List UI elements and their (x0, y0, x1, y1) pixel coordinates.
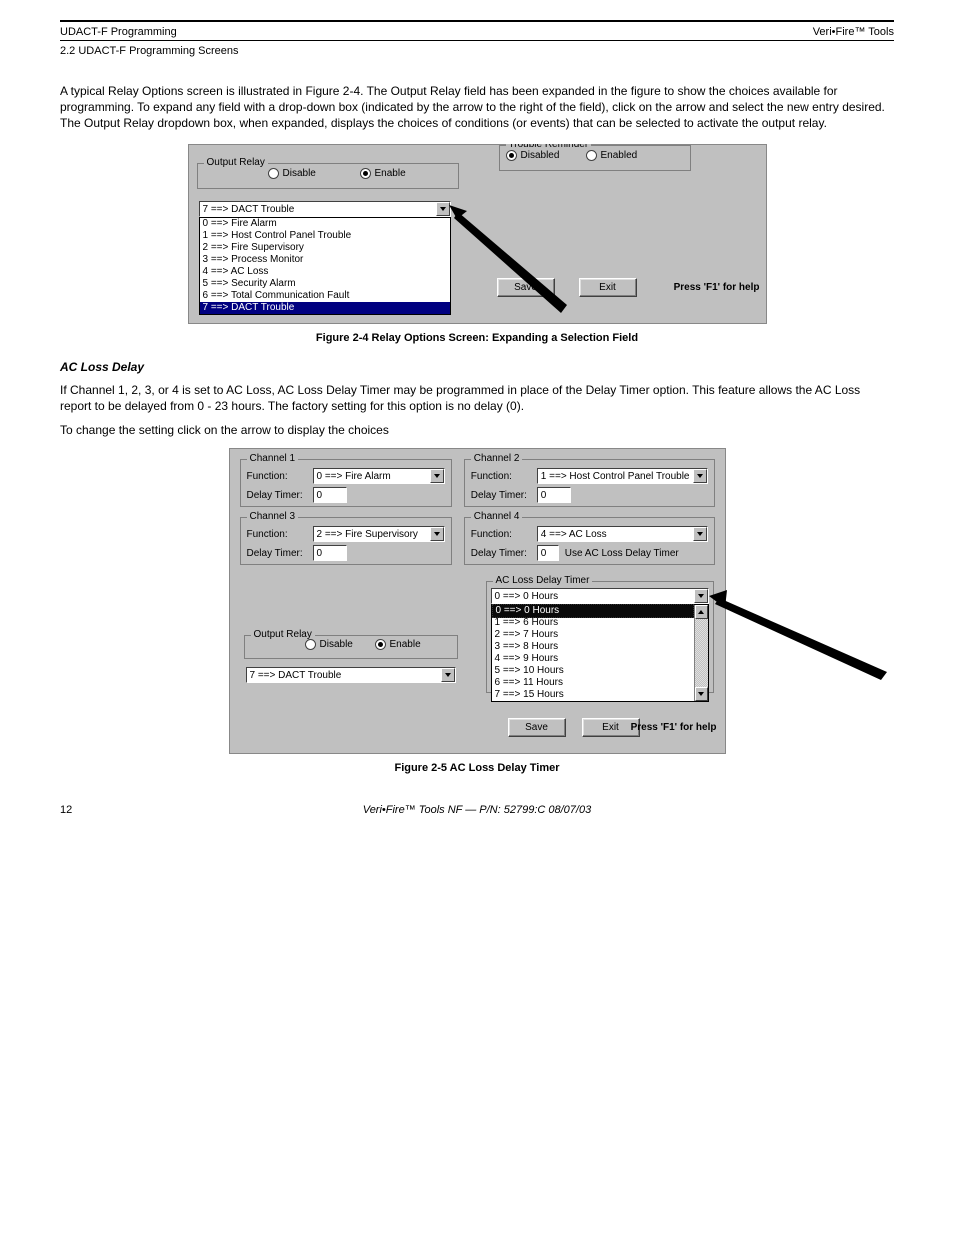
chevron-down-icon[interactable] (693, 469, 707, 483)
dd-option[interactable]: 2 ==> Fire Supervisory (200, 242, 450, 254)
channel4-title: Channel 4 (471, 511, 523, 522)
radio-icon (268, 168, 279, 179)
figure1-caption: Figure 2-4 Relay Options Screen: Expandi… (60, 332, 894, 344)
trouble-enabled-radio[interactable]: Enabled (586, 150, 638, 161)
output-relay-combo-value: 7 ==> DACT Trouble (200, 202, 436, 216)
chevron-down-icon[interactable] (693, 527, 707, 541)
dd-option[interactable]: 1 ==> Host Control Panel Trouble (200, 230, 450, 242)
channel1-title: Channel 1 (247, 453, 299, 464)
channel2-delay-input[interactable]: 0 (537, 487, 571, 503)
function-label: Function: (247, 471, 307, 482)
dd-option[interactable]: 4 ==> 9 Hours (492, 653, 694, 665)
chevron-down-icon[interactable] (694, 589, 708, 603)
chevron-down-icon[interactable] (430, 527, 444, 541)
dd-option[interactable]: 4 ==> AC Loss (200, 266, 450, 278)
channel4-delay-note: Use AC Loss Delay Timer (565, 548, 679, 559)
pointer-arrow-icon (709, 590, 889, 680)
dd-option[interactable]: 7 ==> 15 Hours (492, 689, 694, 701)
paragraph-ac-loss-b: To change the setting click on the arrow… (60, 422, 894, 438)
footer-center: Veri•Fire™ Tools NF — P/N: 52799:C 08/07… (100, 804, 854, 816)
output-relay-enable-radio[interactable]: Enable (375, 639, 421, 650)
radio-icon (305, 639, 316, 650)
help-label: Press 'F1' for help (631, 722, 717, 733)
section-line: 2.2 UDACT-F Programming Screens (60, 41, 894, 57)
dd-option-selected[interactable]: 0 ==> 0 Hours (492, 604, 694, 618)
output-relay-group-title: Output Relay (204, 157, 268, 168)
trouble-disabled-radio[interactable]: Disabled (506, 150, 560, 161)
dropdown-scrollbar[interactable] (694, 605, 708, 701)
subhead-ac-loss-delay: AC Loss Delay (60, 360, 894, 374)
function-label: Function: (471, 529, 531, 540)
dd-option[interactable]: 5 ==> 10 Hours (492, 665, 694, 677)
output-relay-disable-radio[interactable]: Disable (268, 168, 316, 179)
channel1-function-combo[interactable]: 0 ==> Fire Alarm (313, 468, 445, 484)
dd-option[interactable]: 5 ==> Security Alarm (200, 278, 450, 290)
help-label: Press 'F1' for help (674, 282, 760, 293)
combo-value: 7 ==> DACT Trouble (247, 668, 441, 682)
combo-value: 0 ==> Fire Alarm (314, 469, 430, 483)
combo-value: 4 ==> AC Loss (538, 527, 693, 541)
dd-option[interactable]: 6 ==> Total Communication Fault (200, 290, 450, 302)
enable-label: Enable (390, 639, 421, 650)
disable-label: Disable (320, 639, 353, 650)
combo-value: 2 ==> Fire Supervisory (314, 527, 430, 541)
delay-label: Delay Timer: (247, 490, 307, 501)
output-relay-combo-2[interactable]: 7 ==> DACT Trouble (246, 667, 456, 683)
chevron-down-icon[interactable] (441, 668, 455, 682)
save-button[interactable]: Save (508, 718, 566, 737)
header-right: Veri•Fire™ Tools (813, 26, 894, 38)
dd-option[interactable]: 6 ==> 11 Hours (492, 677, 694, 689)
page-number: 12 (60, 804, 100, 816)
output-relay-enable-radio[interactable]: Enable (360, 168, 406, 179)
dd-option[interactable]: 0 ==> Fire Alarm (200, 218, 450, 230)
channel1-delay-input[interactable]: 0 (313, 487, 347, 503)
figure-relay-options: Output Relay Disable Enable 7 ==> DACT T… (188, 144, 767, 324)
combo-value: 0 ==> 0 Hours (492, 589, 694, 603)
disabled-label: Disabled (521, 150, 560, 161)
acloss-title: AC Loss Delay Timer (493, 575, 593, 586)
paragraph-relay-options: A typical Relay Options screen is illust… (60, 83, 894, 132)
dd-option[interactable]: 3 ==> Process Monitor (200, 254, 450, 266)
channel4-function-combo[interactable]: 4 ==> AC Loss (537, 526, 708, 542)
channel4-delay-input[interactable]: 0 (537, 545, 559, 561)
output-relay-disable-radio[interactable]: Disable (305, 639, 353, 650)
figure-ac-loss-delay: Channel 1 Function: 0 ==> Fire Alarm Del… (229, 448, 726, 754)
enable-label: Enable (375, 168, 406, 179)
channel3-delay-input[interactable]: 0 (313, 545, 347, 561)
delay-label: Delay Timer: (471, 548, 531, 559)
disable-label: Disable (283, 168, 316, 179)
dd-option-selected[interactable]: 7 ==> DACT Trouble (200, 302, 450, 314)
save-button[interactable]: Save (497, 278, 555, 297)
channel3-title: Channel 3 (247, 511, 299, 522)
enabled-label: Enabled (601, 150, 638, 161)
combo-value: 1 ==> Host Control Panel Trouble (538, 469, 693, 483)
function-label: Function: (247, 529, 307, 540)
radio-icon (586, 150, 597, 161)
acloss-combo[interactable]: 0 ==> 0 Hours (491, 588, 709, 604)
function-label: Function: (471, 471, 531, 482)
delay-label: Delay Timer: (247, 548, 307, 559)
figure2-caption: Figure 2-5 AC Loss Delay Timer (60, 762, 894, 774)
dd-option[interactable]: 1 ==> 6 Hours (492, 617, 694, 629)
scroll-down-icon[interactable] (695, 687, 708, 701)
dd-option[interactable]: 3 ==> 8 Hours (492, 641, 694, 653)
channel2-title: Channel 2 (471, 453, 523, 464)
radio-icon (506, 150, 517, 161)
delay-label: Delay Timer: (471, 490, 531, 501)
output-relay-combo[interactable]: 7 ==> DACT Trouble (199, 201, 451, 217)
channel2-function-combo[interactable]: 1 ==> Host Control Panel Trouble (537, 468, 708, 484)
header-left: UDACT-F Programming (60, 26, 177, 38)
radio-icon (360, 168, 371, 179)
paragraph-ac-loss-a: If Channel 1, 2, 3, or 4 is set to AC Lo… (60, 382, 894, 414)
pointer-arrow-icon (449, 205, 579, 315)
chevron-down-icon[interactable] (430, 469, 444, 483)
channel3-function-combo[interactable]: 2 ==> Fire Supervisory (313, 526, 445, 542)
scroll-up-icon[interactable] (695, 605, 708, 619)
chevron-down-icon[interactable] (436, 202, 450, 216)
radio-icon (375, 639, 386, 650)
dd-option[interactable]: 2 ==> 7 Hours (492, 629, 694, 641)
exit-button[interactable]: Exit (579, 278, 637, 297)
